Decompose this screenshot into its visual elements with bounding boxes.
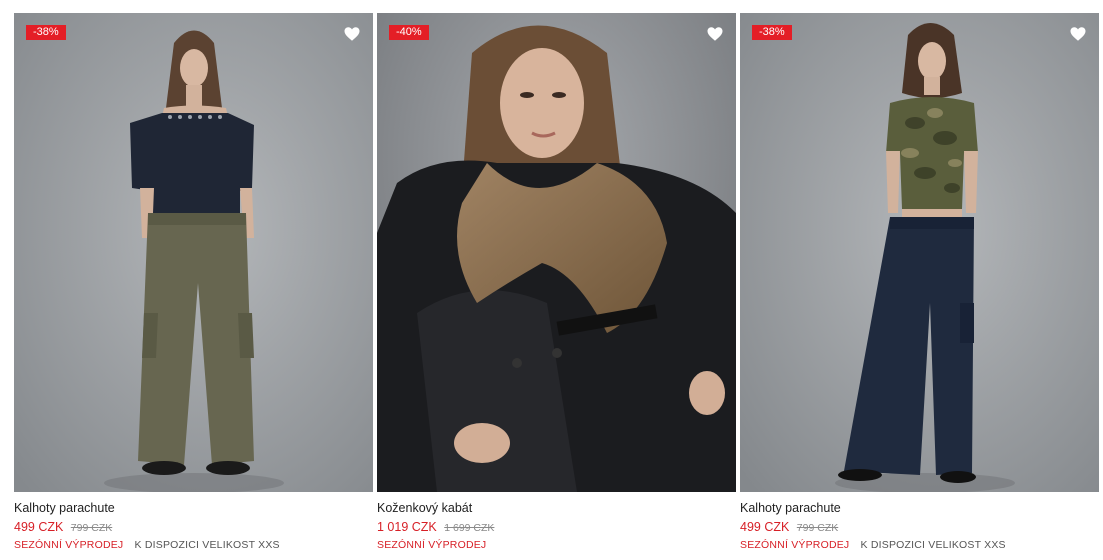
product-name[interactable]: Kalhoty parachute — [740, 501, 1099, 516]
heart-icon — [344, 27, 360, 41]
current-price: 499 CZK — [14, 520, 64, 534]
availability-tag: K DISPOZICI VELIKOST XXS — [134, 539, 280, 551]
product-card[interactable]: -38% Kalhoty parachute 499 CZK 799 CZK S… — [14, 13, 373, 553]
product-grid: -38% Kalhoty parachute 499 CZK 799 CZK S… — [14, 13, 1100, 553]
current-price: 499 CZK — [740, 520, 790, 534]
discount-badge: -38% — [752, 25, 792, 40]
price-row: 1 019 CZK 1 699 CZK — [377, 519, 736, 534]
wishlist-button[interactable] — [343, 25, 361, 43]
heart-icon — [707, 27, 723, 41]
product-photo-navy-parachute-pants — [740, 13, 1099, 492]
discount-badge: -38% — [26, 25, 66, 40]
heart-icon — [1070, 27, 1086, 41]
product-image[interactable]: -40% — [377, 13, 736, 492]
current-price: 1 019 CZK — [377, 520, 437, 534]
old-price: 799 CZK — [70, 522, 113, 534]
product-image[interactable]: -38% — [740, 13, 1099, 492]
sale-tag[interactable]: SEZÓNNÍ VÝPRODEJ — [740, 539, 849, 551]
product-image[interactable]: -38% — [14, 13, 373, 492]
sale-tag[interactable]: SEZÓNNÍ VÝPRODEJ — [377, 539, 486, 551]
product-photo-faux-leather-coat — [377, 13, 736, 492]
sale-tag[interactable]: SEZÓNNÍ VÝPRODEJ — [14, 539, 123, 551]
product-photo-olive-parachute-pants — [14, 13, 373, 492]
tag-row: SEZÓNNÍ VÝPRODEJ K DISPOZICI VELIKOST XX… — [740, 538, 1099, 552]
discount-badge: -40% — [389, 25, 429, 40]
wishlist-button[interactable] — [1069, 25, 1087, 43]
availability-tag: K DISPOZICI VELIKOST XXS — [860, 539, 1006, 551]
product-name[interactable]: Koženkový kabát — [377, 501, 736, 516]
product-card[interactable]: -38% Kalhoty parachute 499 CZK 799 CZK S… — [740, 13, 1099, 553]
product-card[interactable]: -40% Koženkový kabát 1 019 CZK 1 699 CZK… — [377, 13, 736, 553]
product-info: Koženkový kabát 1 019 CZK 1 699 CZK SEZÓ… — [377, 492, 736, 552]
product-info: Kalhoty parachute 499 CZK 799 CZK SEZÓNN… — [740, 492, 1099, 552]
price-row: 499 CZK 799 CZK — [740, 519, 1099, 534]
tag-row: SEZÓNNÍ VÝPRODEJ — [377, 538, 736, 552]
price-row: 499 CZK 799 CZK — [14, 519, 373, 534]
product-name[interactable]: Kalhoty parachute — [14, 501, 373, 516]
old-price: 799 CZK — [796, 522, 839, 534]
tag-row: SEZÓNNÍ VÝPRODEJ K DISPOZICI VELIKOST XX… — [14, 538, 373, 552]
old-price: 1 699 CZK — [444, 522, 495, 534]
wishlist-button[interactable] — [706, 25, 724, 43]
product-info: Kalhoty parachute 499 CZK 799 CZK SEZÓNN… — [14, 492, 373, 552]
